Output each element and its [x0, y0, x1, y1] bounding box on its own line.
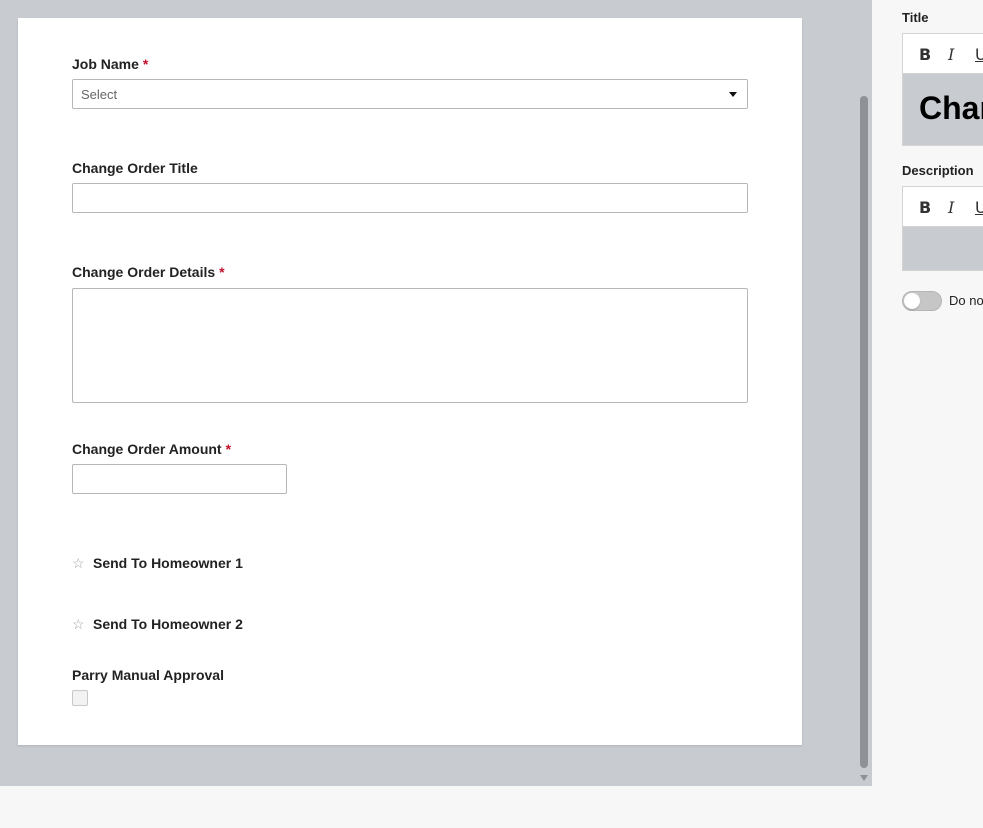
bold-button[interactable]: B: [919, 45, 931, 64]
star-outline-icon[interactable]: ☆: [72, 617, 86, 631]
title-text-value: Chan: [919, 90, 983, 126]
change-order-amount-label-text: Change Order Amount: [72, 441, 222, 457]
parry-manual-approval-label: Parry Manual Approval: [72, 667, 224, 683]
bold-button[interactable]: B: [919, 198, 931, 217]
scroll-down-arrow-icon[interactable]: [860, 775, 868, 781]
change-order-title-label: Change Order Title: [72, 160, 198, 176]
form-canvas: Job Name * Select Change Order Title Chan…: [0, 0, 872, 786]
toggle-label: Do no: [949, 293, 983, 308]
title-editor-toolbar: B I U: [903, 34, 983, 74]
toggle-knob: [904, 293, 920, 309]
change-order-details-label-text: Change Order Details: [72, 264, 216, 280]
description-editor-toolbar: B I U: [903, 187, 983, 227]
properties-panel: Title B I U Chan Description B I U Do no: [872, 0, 983, 828]
change-order-amount-input[interactable]: [72, 464, 287, 494]
job-name-label: Job Name *: [72, 56, 148, 72]
job-name-label-text: Job Name: [72, 56, 139, 72]
change-order-amount-label: Change Order Amount *: [72, 441, 231, 457]
send-to-homeowner-2-row[interactable]: ☆ Send To Homeowner 2: [72, 616, 243, 632]
parry-manual-approval-label-text: Parry Manual Approval: [72, 667, 224, 683]
change-order-details-textarea[interactable]: [72, 288, 748, 403]
required-mark: *: [142, 56, 149, 72]
title-editor-body[interactable]: Chan: [903, 74, 983, 145]
send-to-homeowner-1-label: Send To Homeowner 1: [93, 555, 243, 571]
chevron-down-icon: [729, 92, 737, 97]
form-card: Job Name * Select Change Order Title Chan…: [18, 18, 802, 745]
description-field-label: Description: [902, 163, 974, 178]
change-order-title-input[interactable]: [72, 183, 748, 213]
send-to-homeowner-1-row[interactable]: ☆ Send To Homeowner 1: [72, 555, 243, 571]
required-mark: *: [219, 264, 225, 280]
change-order-details-label: Change Order Details *: [72, 264, 225, 280]
title-field-label: Title: [902, 10, 929, 25]
parry-manual-approval-checkbox[interactable]: [72, 690, 88, 706]
italic-button[interactable]: I: [948, 198, 954, 217]
required-mark: *: [225, 441, 232, 457]
underline-button[interactable]: U: [975, 45, 983, 64]
star-outline-icon[interactable]: ☆: [72, 556, 86, 570]
send-to-homeowner-2-label: Send To Homeowner 2: [93, 616, 243, 632]
title-rich-text-editor[interactable]: B I U Chan: [902, 33, 983, 146]
italic-button[interactable]: I: [948, 45, 954, 64]
vertical-scrollbar-thumb[interactable]: [860, 96, 868, 768]
change-order-title-label-text: Change Order Title: [72, 160, 198, 176]
job-name-select[interactable]: Select: [72, 79, 748, 109]
toggle-switch[interactable]: [902, 291, 942, 311]
underline-button[interactable]: U: [975, 198, 983, 217]
description-editor-body[interactable]: [903, 227, 983, 270]
description-rich-text-editor[interactable]: B I U: [902, 186, 983, 271]
job-name-placeholder: Select: [81, 87, 118, 102]
